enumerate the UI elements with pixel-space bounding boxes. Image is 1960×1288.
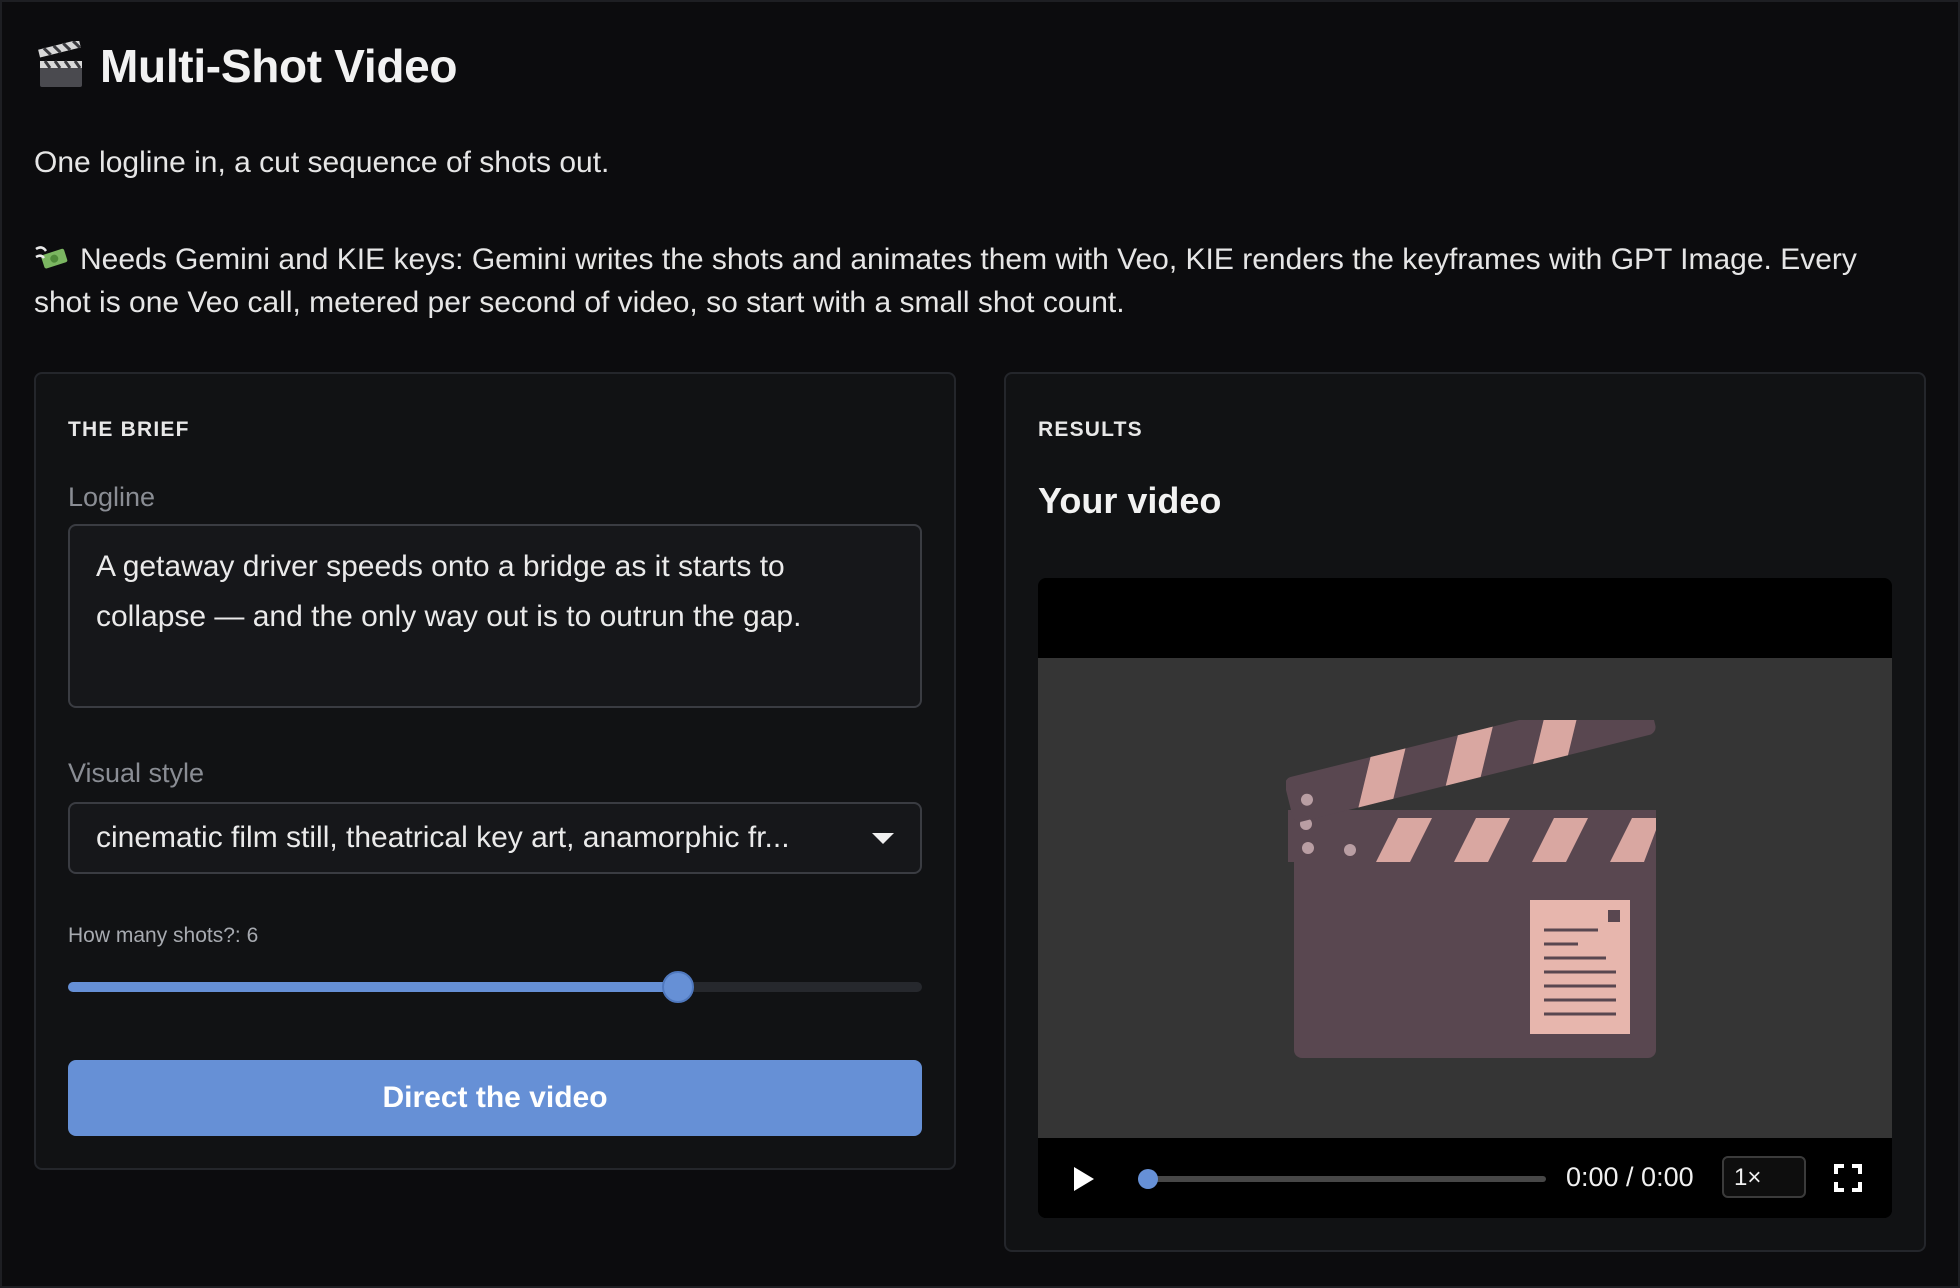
clapper-board-icon xyxy=(36,39,86,91)
visual-style-select[interactable]: cinematic film still, theatrical key art… xyxy=(68,802,922,874)
results-heading: Your video xyxy=(1038,480,1222,521)
playback-speed-button[interactable]: 1× xyxy=(1722,1156,1806,1198)
visual-style-value: cinematic film still, theatrical key art… xyxy=(96,821,790,854)
results-panel: RESULTS Your video 0:00 / 0:00 1× xyxy=(1004,372,1926,1252)
brief-panel: THE BRIEF Logline A getaway driver speed… xyxy=(34,372,956,1170)
video-controls: 0:00 / 0:00 1× xyxy=(1038,1138,1892,1218)
video-progress-handle[interactable] xyxy=(1138,1169,1158,1189)
shot-count-label: How many shots?: 6 xyxy=(68,924,259,947)
chevron-down-icon xyxy=(872,832,894,844)
fullscreen-icon[interactable] xyxy=(1834,1164,1862,1192)
video-progress-bar[interactable] xyxy=(1138,1169,1546,1189)
results-section-label: RESULTS xyxy=(1038,418,1143,441)
api-key-note: Needs Gemini and KIE keys: Gemini writes… xyxy=(34,238,1914,324)
play-icon[interactable] xyxy=(1074,1167,1094,1191)
logline-label: Logline xyxy=(68,482,156,512)
api-key-note-text: Needs Gemini and KIE keys: Gemini writes… xyxy=(34,243,1857,319)
direct-video-button[interactable]: Direct the video xyxy=(68,1060,922,1136)
shot-count-slider-handle[interactable] xyxy=(661,971,694,1003)
page-subtitle: One logline in, a cut sequence of shots … xyxy=(34,146,610,179)
clapperboard-poster-icon xyxy=(1286,720,1656,1058)
logline-input[interactable]: A getaway driver speeds onto a bridge as… xyxy=(68,524,922,708)
video-frame xyxy=(1038,658,1892,1138)
visual-style-label: Visual style xyxy=(68,758,205,788)
money-with-wings-icon xyxy=(34,242,72,272)
shot-count-slider-fill xyxy=(68,982,678,992)
title-row: Multi-Shot Video xyxy=(36,36,458,96)
video-time: 0:00 / 0:00 xyxy=(1566,1162,1694,1192)
shot-count-slider[interactable] xyxy=(68,971,922,1003)
video-player[interactable]: 0:00 / 0:00 1× xyxy=(1038,578,1892,1218)
page-title: Multi-Shot Video xyxy=(100,40,458,92)
brief-section-label: THE BRIEF xyxy=(68,418,190,441)
